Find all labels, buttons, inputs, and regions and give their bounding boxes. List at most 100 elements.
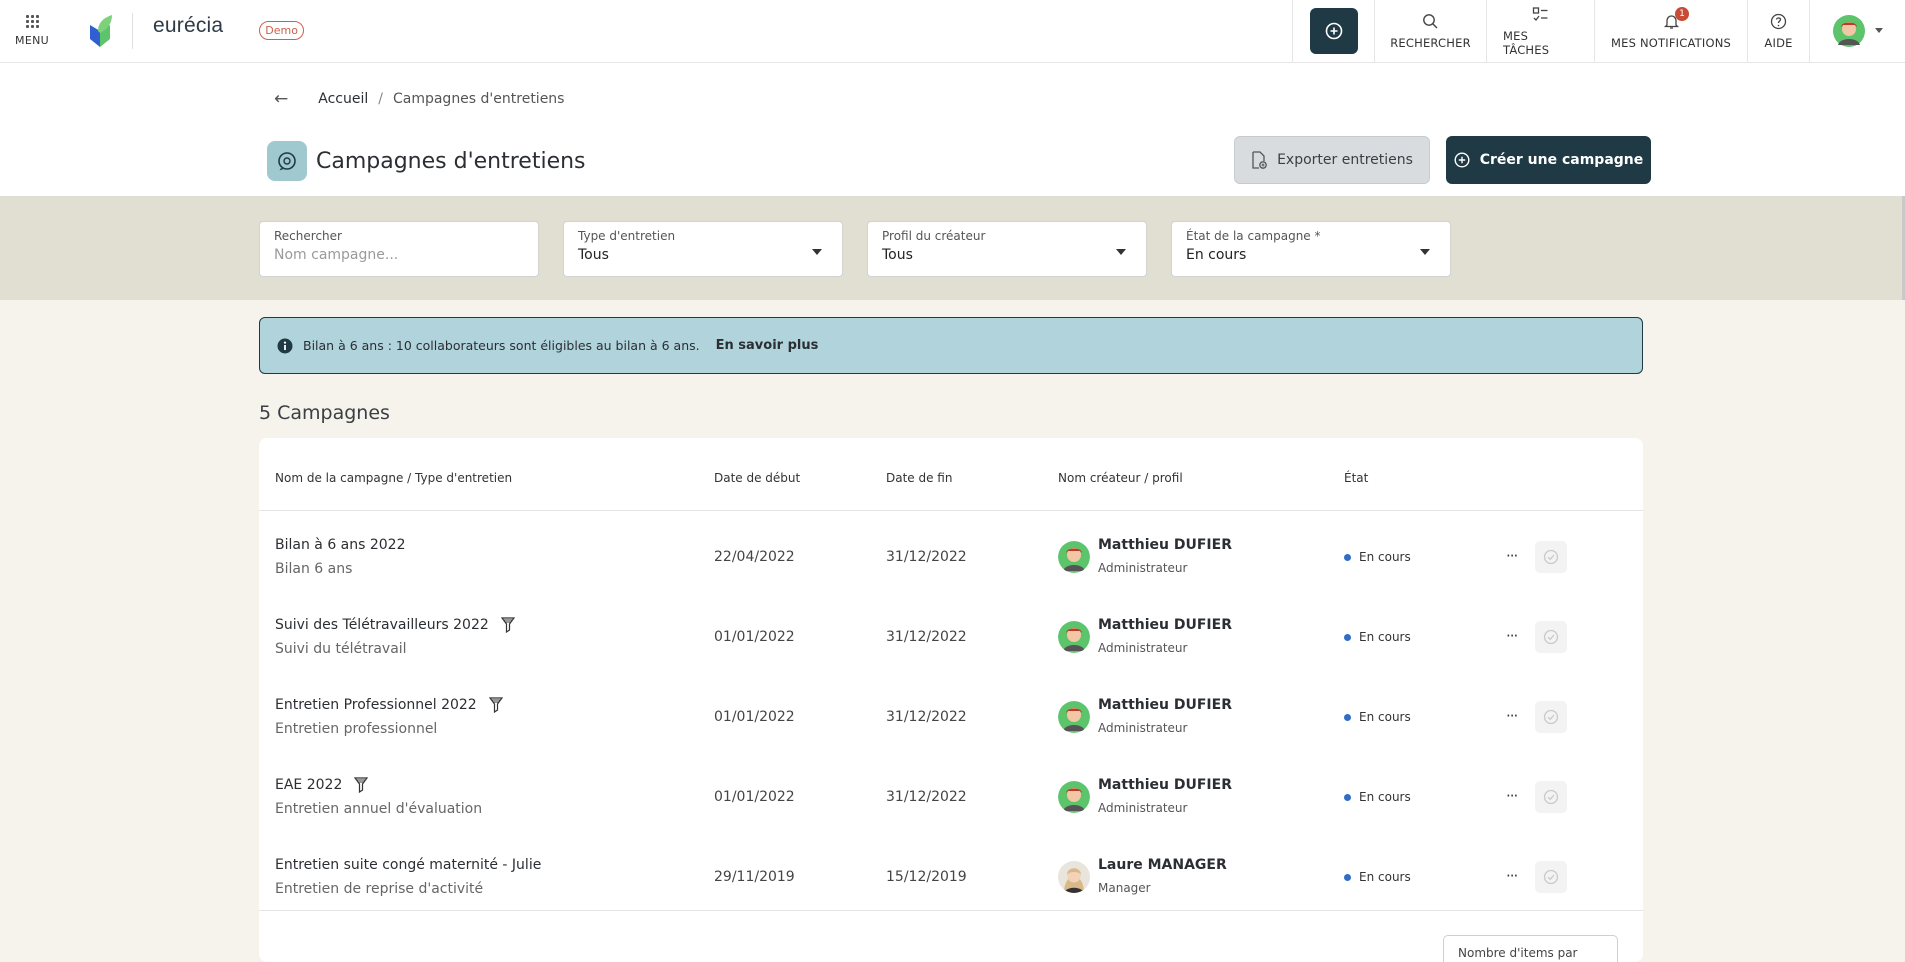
learn-more-link[interactable]: En savoir plus [716, 338, 819, 353]
back-arrow-icon[interactable]: ← [274, 89, 288, 109]
brand-name: eurécia [153, 14, 224, 37]
menu-button[interactable]: MENU [0, 0, 64, 62]
close-campaign-button[interactable] [1535, 541, 1567, 573]
start-date: 29/11/2019 [714, 869, 795, 885]
status-dot [1344, 713, 1351, 721]
notifications-nav[interactable]: 1 MES NOTIFICATIONS [1594, 0, 1747, 62]
search-nav-label: RECHERCHER [1390, 35, 1471, 50]
end-date: 31/12/2022 [886, 549, 967, 565]
user-menu[interactable] [1809, 0, 1905, 62]
status-text: En cours [1359, 630, 1411, 644]
campaign-name: Bilan à 6 ans 2022 [275, 537, 406, 553]
info-banner: Bilan à 6 ans : 10 collaborateurs sont é… [259, 317, 1643, 374]
campaign-name-text: Entretien suite congé maternité - Julie [275, 857, 542, 873]
help-nav-label: AIDE [1764, 35, 1793, 50]
creator-name: Matthieu DUFIER [1098, 777, 1232, 793]
check-circle-icon [1543, 789, 1559, 805]
logo-divider [132, 13, 133, 49]
export-interviews-button[interactable]: Exporter entretiens [1234, 136, 1430, 184]
column-header-name[interactable]: Nom de la campagne / Type d'entretien [275, 471, 512, 485]
user-avatar [1832, 15, 1865, 47]
creator-profile-select[interactable]: Profil du créateur Tous [867, 221, 1147, 277]
more-actions-button[interactable]: ··· [1506, 627, 1518, 645]
interview-type: Entretien de reprise d'activité [275, 881, 484, 897]
breadcrumb-separator: / [378, 91, 383, 107]
search-input[interactable] [274, 247, 524, 263]
quick-add-button[interactable] [1309, 8, 1358, 54]
help-nav[interactable]: AIDE [1747, 0, 1809, 62]
end-date: 31/12/2022 [886, 789, 967, 805]
breadcrumb-home[interactable]: Accueil [318, 91, 368, 107]
creator-avatar [1058, 781, 1090, 813]
interview-type-select[interactable]: Type d'entretien Tous [563, 221, 843, 277]
search-filter[interactable]: Rechercher [259, 221, 539, 277]
logo[interactable]: eurécia Demo [64, 0, 304, 62]
end-date: 15/12/2019 [886, 869, 967, 885]
creator-name: Matthieu DUFIER [1098, 697, 1232, 713]
items-per-page-select[interactable]: Nombre d'items par page [1443, 935, 1618, 962]
creator-avatar [1058, 701, 1090, 733]
table-footer-divider [259, 910, 1643, 911]
column-header-end-date[interactable]: Date de fin [886, 471, 952, 485]
check-circle-icon [1543, 869, 1559, 885]
campaign-state-select[interactable]: État de la campagne * En cours [1171, 221, 1451, 277]
tasks-nav-label: MES TÂCHES [1503, 28, 1550, 57]
interview-campaign-icon [267, 141, 307, 181]
status-badge: En cours [1344, 710, 1411, 724]
tasks-nav[interactable]: MES TÂCHES [1486, 0, 1594, 62]
close-campaign-button[interactable] [1535, 781, 1567, 813]
demo-badge: Demo [259, 20, 304, 40]
more-actions-button[interactable]: ··· [1506, 787, 1518, 805]
campaign-name-text: Entretien Professionnel 2022 [275, 697, 477, 713]
info-text: Bilan à 6 ans : 10 collaborateurs sont é… [303, 338, 700, 353]
campaign-state-value: En cours [1186, 247, 1247, 263]
info-icon [277, 338, 293, 353]
filters-bar: Rechercher Type d'entretien Tous Profil … [0, 196, 1902, 300]
creator-profile-label: Profil du créateur [882, 229, 986, 243]
column-header-start-date[interactable]: Date de début [714, 471, 800, 485]
status-dot [1344, 793, 1351, 801]
interview-type: Bilan 6 ans [275, 561, 353, 577]
creator-profile: Administrateur [1098, 721, 1188, 735]
end-date: 31/12/2022 [886, 709, 967, 725]
campaigns-count: 5 Campagnes [259, 402, 390, 424]
column-header-state[interactable]: État [1344, 471, 1368, 485]
interview-type: Suivi du télétravail [275, 641, 407, 657]
interview-type-value: Tous [578, 247, 609, 263]
creator-avatar [1058, 541, 1090, 573]
start-date: 01/01/2022 [714, 629, 795, 645]
top-bar: MENU eurécia Demo RECHERCHER MES TÂCHES … [0, 0, 1905, 63]
close-campaign-button[interactable] [1535, 861, 1567, 893]
more-actions-button[interactable]: ··· [1506, 547, 1518, 565]
notifications-nav-label: MES NOTIFICATIONS [1611, 35, 1731, 50]
close-campaign-button[interactable] [1535, 701, 1567, 733]
create-campaign-button[interactable]: Créer une campagne [1446, 136, 1651, 184]
table-row[interactable]: EAE 2022 Entretien annuel d'évaluation 0… [259, 757, 1643, 837]
status-text: En cours [1359, 710, 1411, 724]
table-row[interactable]: Entretien suite congé maternité - Julie … [259, 837, 1643, 917]
page-title: Campagnes d'entretiens [316, 148, 586, 174]
close-campaign-button[interactable] [1535, 621, 1567, 653]
start-date: 01/01/2022 [714, 709, 795, 725]
status-dot [1344, 633, 1351, 641]
end-date: 31/12/2022 [886, 629, 967, 645]
export-file-icon [1252, 151, 1267, 169]
table-row[interactable]: Entretien Professionnel 2022 Entretien p… [259, 677, 1643, 757]
filter-icon [500, 617, 515, 633]
title-block: Campagnes d'entretiens [267, 141, 586, 181]
column-header-creator[interactable]: Nom créateur / profil [1058, 471, 1183, 485]
search-icon [1423, 13, 1438, 28]
filter-icon [488, 697, 503, 713]
creator-profile: Administrateur [1098, 561, 1188, 575]
more-actions-button[interactable]: ··· [1506, 867, 1518, 885]
caret-down-icon [1420, 249, 1430, 255]
plus-circle-icon [1325, 22, 1342, 40]
breadcrumb: ← Accueil / Campagnes d'entretiens [274, 89, 564, 109]
more-actions-button[interactable]: ··· [1506, 707, 1518, 725]
chevron-down-icon [1874, 28, 1883, 33]
start-date: 22/04/2022 [714, 549, 795, 565]
table-row[interactable]: Bilan à 6 ans 2022 Bilan 6 ans 22/04/202… [259, 517, 1643, 597]
search-nav[interactable]: RECHERCHER [1374, 0, 1486, 62]
status-text: En cours [1359, 790, 1411, 804]
table-row[interactable]: Suivi des Télétravailleurs 2022 Suivi du… [259, 597, 1643, 677]
